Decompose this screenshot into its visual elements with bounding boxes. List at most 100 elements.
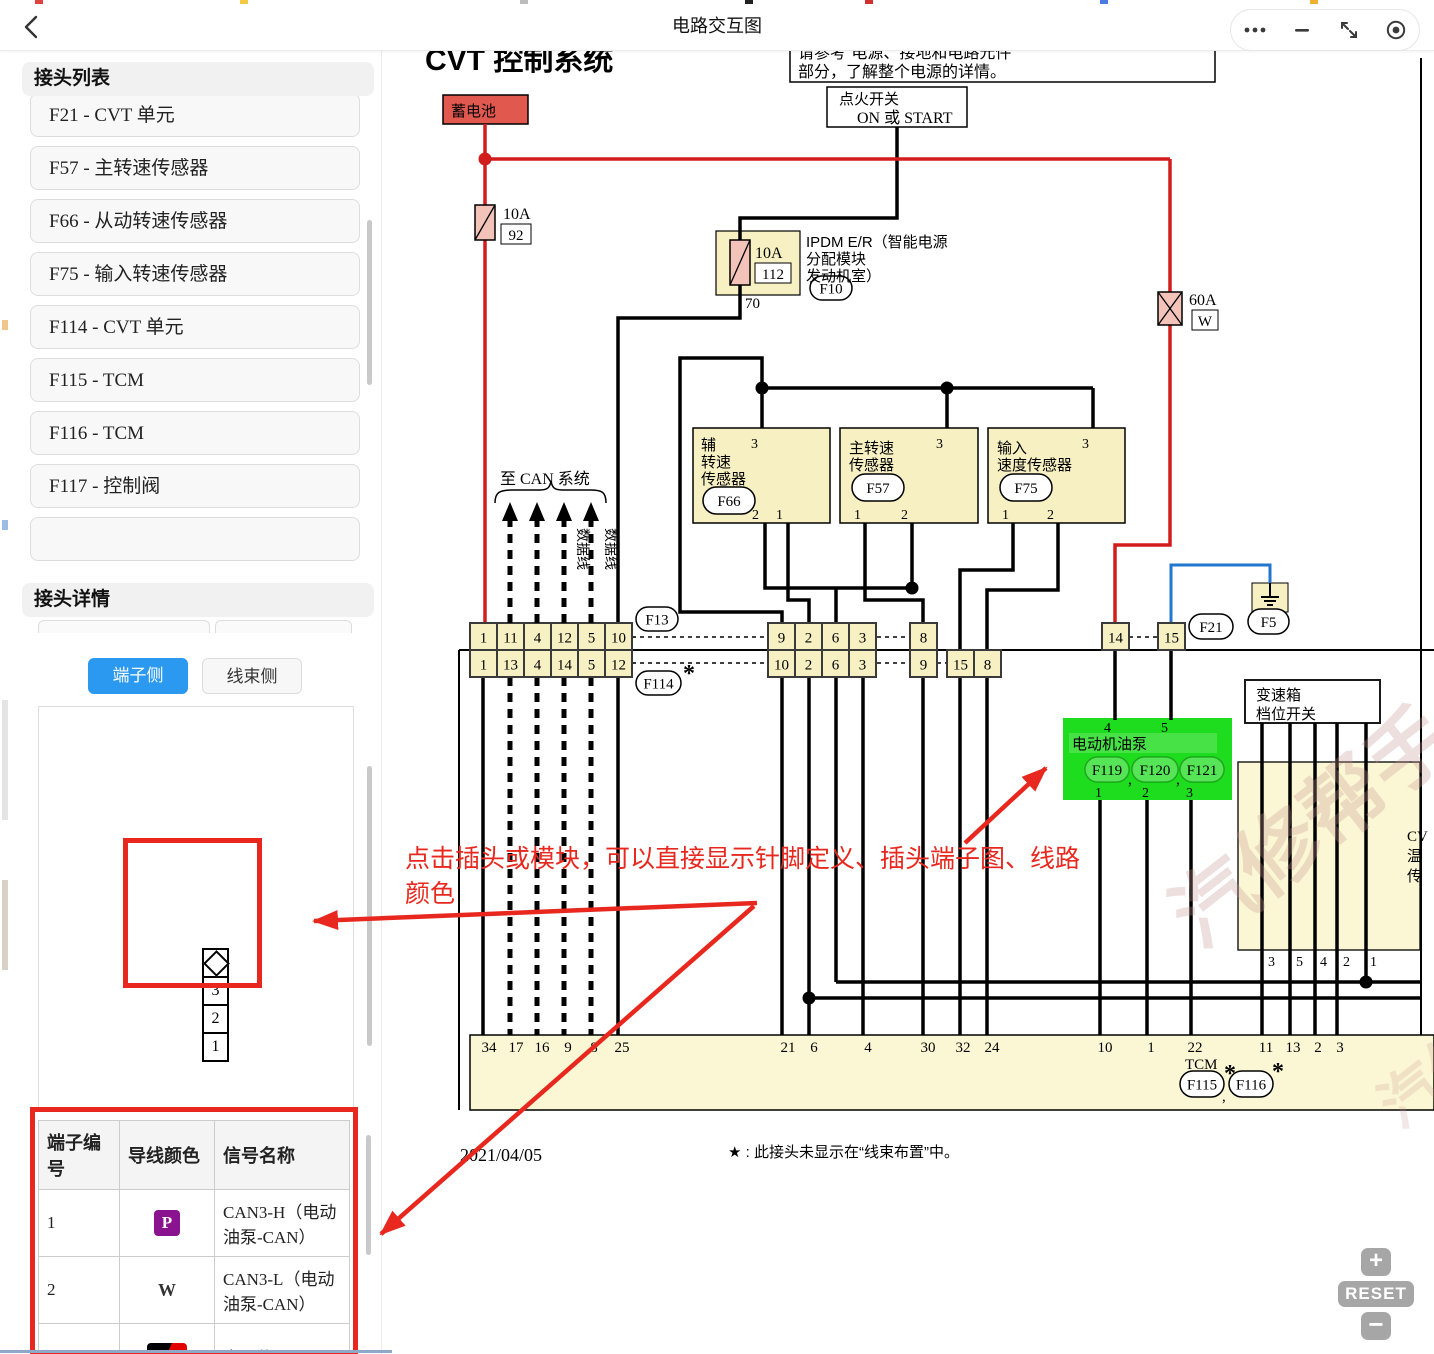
minimize-icon[interactable]	[1287, 15, 1317, 45]
oval-label: F21	[1199, 620, 1222, 636]
oval-label: F66	[717, 494, 741, 510]
cell-label: 9	[920, 658, 928, 674]
diagram-label: 112	[762, 267, 784, 283]
diagram-label: 13	[1286, 1040, 1301, 1056]
can-arrowhead-icon	[502, 502, 518, 521]
diagram-label: 2	[1047, 508, 1054, 523]
diagram-label: *	[683, 661, 695, 687]
wire	[987, 523, 1058, 650]
tab-harness-side[interactable]: 线束侧	[202, 658, 302, 694]
diagram-label: 转速	[701, 454, 731, 471]
list-item-F115[interactable]: F115 - TCM	[30, 358, 360, 402]
diagram-label: 蓄电池	[451, 103, 496, 120]
diagram-label: 92	[509, 228, 524, 244]
diagram-label: 传感器	[701, 471, 746, 488]
diagram-label: 点火开关	[839, 91, 899, 108]
diagram-label: 温	[1407, 848, 1422, 865]
cell-label: 1	[480, 631, 488, 647]
diagram-label: 11	[1259, 1040, 1273, 1056]
list-item-F75[interactable]: F75 - 输入转速传感器	[30, 252, 360, 296]
junction-dot	[906, 582, 919, 595]
connector-detail-title: 接头详情	[22, 583, 374, 617]
page-title: 电路交互图	[0, 0, 1434, 50]
list-item-F116[interactable]: F116 - TCM	[30, 411, 360, 455]
diagram-label: 2	[901, 508, 908, 523]
connector-detail-panel: 端子侧 线束侧 3 2 1 端子编号 导线颜色 信号名称 1PCAN3-H（电动…	[22, 620, 374, 1354]
junction-dot	[1360, 976, 1373, 989]
pin-cell: 1	[202, 1034, 229, 1062]
diagram-label: 数据线	[602, 528, 618, 570]
diagram-label: 部分，了解整个电源的详情。	[798, 63, 1006, 81]
diagram-label: 4	[864, 1040, 872, 1056]
junction-dot	[941, 382, 954, 395]
list-item-F57[interactable]: F57 - 主转速传感器	[30, 146, 360, 190]
diagram-label: 分配模块	[806, 251, 866, 268]
list-scrollbar[interactable]	[367, 220, 372, 385]
diagram-label: 17	[509, 1040, 525, 1056]
diagram-label: 32	[956, 1040, 971, 1056]
zoom-in-button[interactable]: +	[1361, 1248, 1391, 1276]
diagram-label: 2	[1314, 1040, 1322, 1056]
more-icon[interactable]	[1240, 15, 1270, 45]
diagram-label: 5	[1296, 955, 1303, 970]
cell-label: 10	[774, 658, 789, 674]
diagram-label: 1	[854, 508, 861, 523]
can-arrowhead-icon	[556, 502, 572, 521]
diagram-label: ★ : 此接头未显示在“线束布置”中。	[728, 1144, 959, 1161]
diagram-label: 传感器	[849, 457, 894, 474]
diagram-label: 3	[1082, 437, 1089, 452]
wire	[740, 127, 897, 240]
table-scrollbar[interactable]	[366, 1135, 371, 1255]
diagram-label: 档位开关	[1256, 706, 1316, 723]
tab-terminal-side[interactable]: 端子侧	[88, 658, 188, 694]
list-item-F114[interactable]: F114 - CVT 单元	[30, 305, 360, 349]
cell-label: 14	[557, 658, 573, 674]
cell-label: 13	[503, 658, 518, 674]
diagram-label: 16	[535, 1040, 551, 1056]
diagram-label: 2	[1142, 786, 1149, 801]
cell-label: 2	[805, 658, 813, 674]
cell-label: 5	[588, 631, 596, 647]
diagram-label: 10A	[503, 206, 531, 223]
diagram-label: 输入	[997, 440, 1027, 457]
diagram-label: 25	[615, 1040, 630, 1056]
list-item-partial[interactable]	[30, 517, 360, 561]
diagram-label: 3	[1268, 955, 1275, 970]
diagram-label: 9	[564, 1040, 572, 1056]
diagram-label: 变速箱	[1256, 687, 1301, 704]
close-record-icon[interactable]	[1381, 15, 1411, 45]
cell-label: 12	[557, 631, 572, 647]
pin-cell: 2	[202, 1006, 229, 1034]
junction-dot	[803, 992, 816, 1005]
zoom-out-button[interactable]: −	[1361, 1312, 1391, 1340]
cell-label: 10	[611, 631, 626, 647]
zoom-controls: + RESET −	[1338, 1248, 1414, 1348]
zoom-reset-button[interactable]: RESET	[1338, 1281, 1414, 1307]
diagram-label: 70	[745, 296, 760, 312]
list-item-F66[interactable]: F66 - 从动转速传感器	[30, 199, 360, 243]
fullscreen-icon[interactable]	[1334, 15, 1364, 45]
cell-label: 6	[832, 658, 840, 674]
diagram-label: 5	[1161, 721, 1168, 736]
cell-label: 2	[805, 631, 813, 647]
cell-label: 12	[611, 658, 626, 674]
diagram-label: 传	[1407, 868, 1422, 885]
can-arrowhead-icon	[529, 502, 545, 521]
red-highlight-box	[123, 838, 262, 988]
detail-scrollbar[interactable]	[367, 766, 372, 1046]
cell-label: 15	[1164, 631, 1179, 647]
list-item-F21[interactable]: F21 - CVT 单元	[30, 93, 360, 137]
cell-label: 6	[832, 631, 840, 647]
cell-label: 5	[588, 658, 596, 674]
can-arrowhead-icon	[583, 502, 599, 521]
diagram-label: 6	[810, 1040, 818, 1056]
list-item-F117[interactable]: F117 - 控制阀	[30, 464, 360, 508]
cell-label: 3	[859, 658, 867, 674]
wire	[788, 523, 809, 623]
diagram-label: TCM	[1185, 1057, 1218, 1073]
connector-list-panel: F13 - CVT 单元F21 - CVT 单元F57 - 主转速传感器F66 …	[22, 62, 374, 578]
diagram-label: 辅	[701, 437, 716, 454]
diagram-label: 1	[1095, 786, 1102, 801]
oval-label: F114	[643, 677, 674, 693]
diagram-label: 1	[776, 508, 783, 523]
